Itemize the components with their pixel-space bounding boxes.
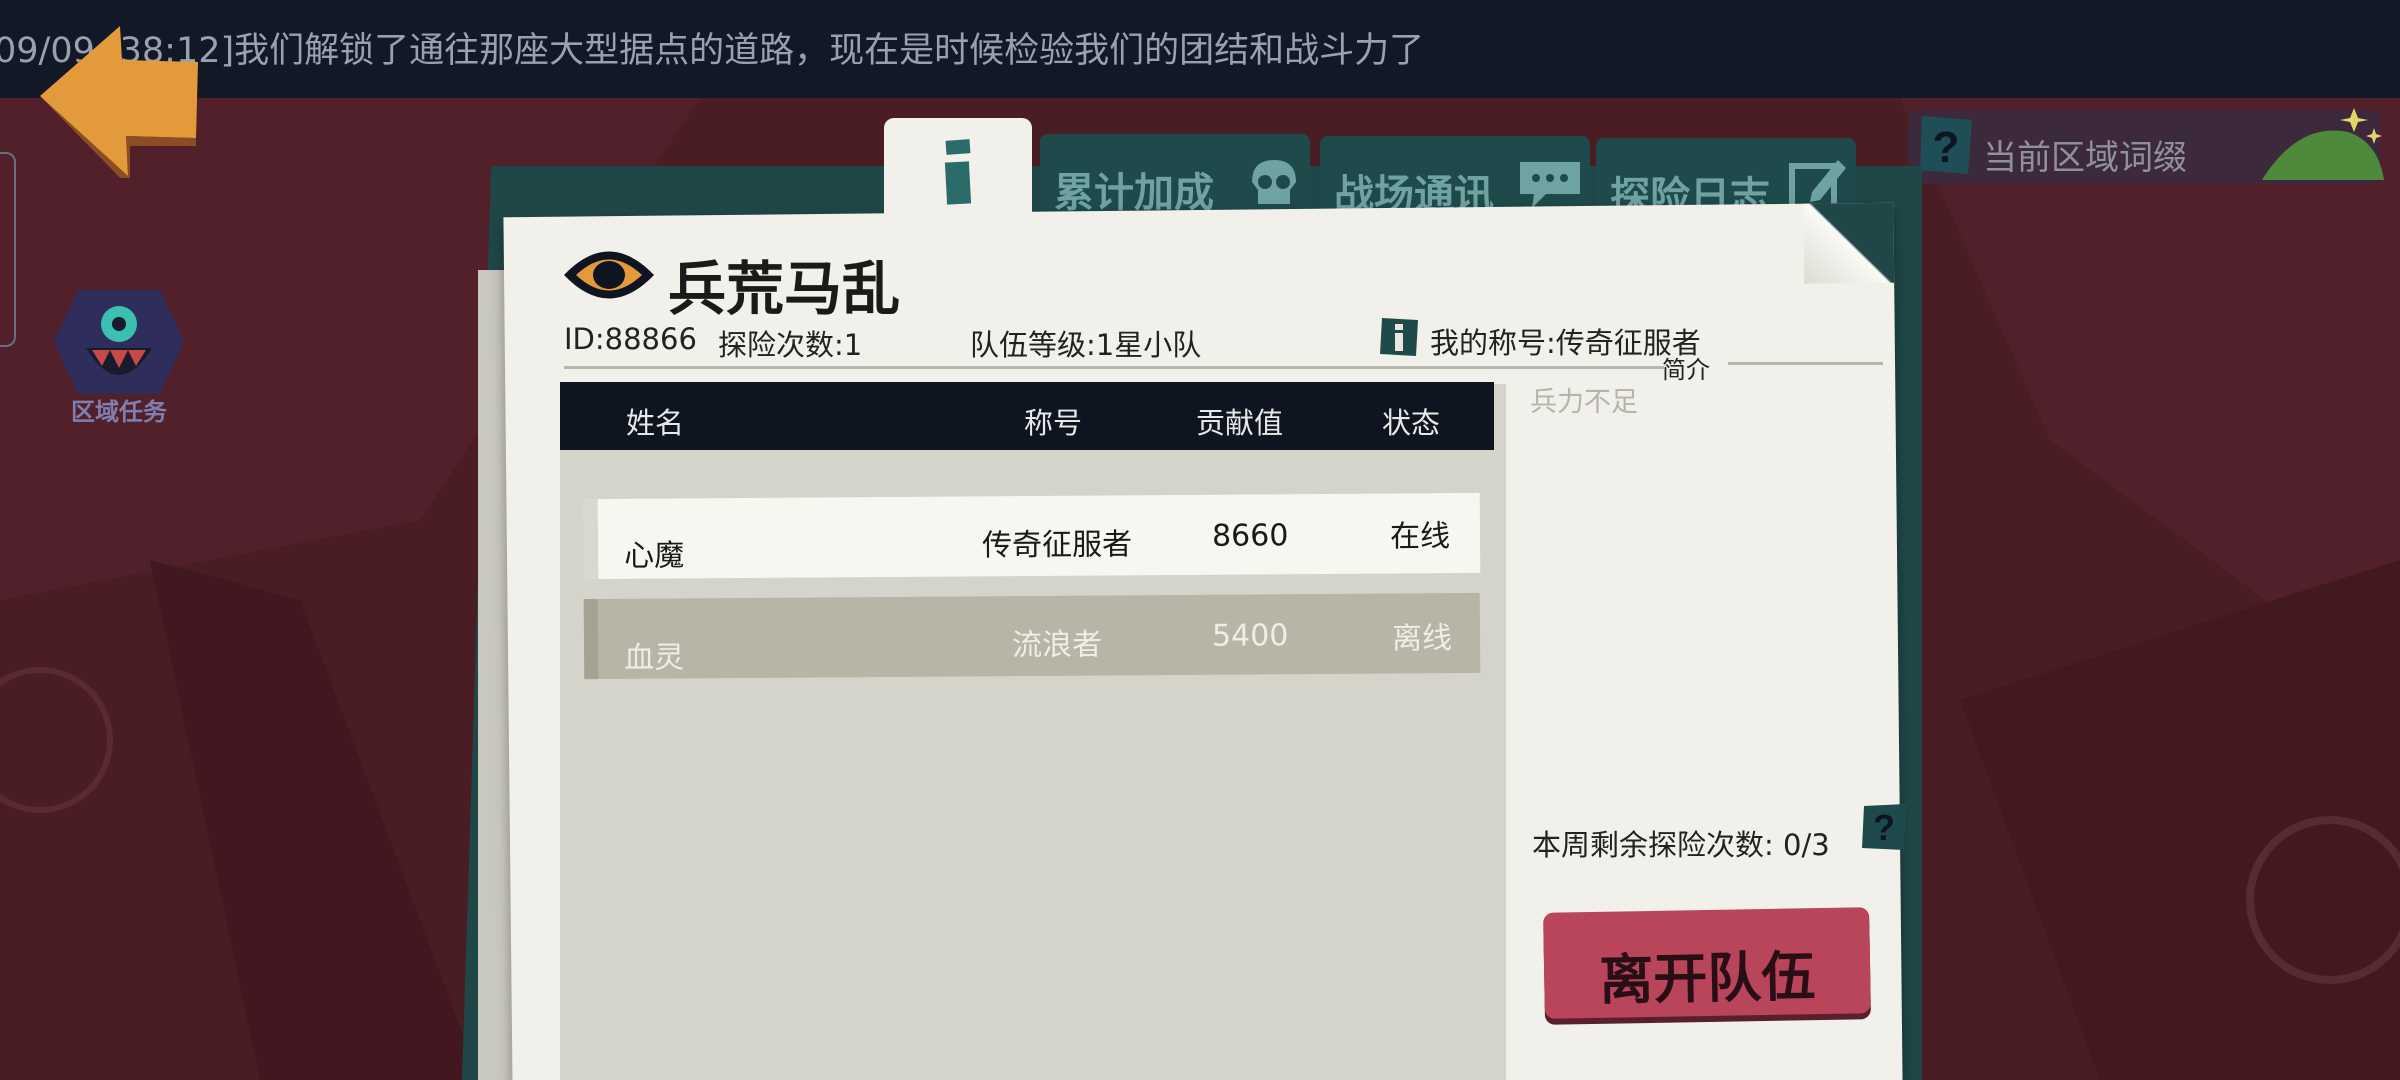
monster-icon (54, 290, 184, 394)
svg-text:?: ? (1873, 807, 1895, 848)
intro-text: 兵力不足 (1530, 387, 1638, 418)
intro-title: 简介 (1662, 356, 1710, 384)
leave-team-label: 离开队伍 (1598, 945, 1816, 1012)
back-arrow-icon (40, 26, 198, 188)
member-table-header: 姓名 称号 贡献值 状态 (560, 382, 1494, 450)
column-header-status: 状态 (1382, 406, 1441, 440)
region-task-label: 区域任务 (71, 398, 167, 426)
hill-sparkle-icon (2262, 108, 2384, 180)
tab-team-info[interactable] (884, 118, 1032, 226)
member-status: 在线 (1389, 519, 1451, 555)
team-level: 队伍等级:1星小队 (970, 328, 1202, 362)
info-icon (944, 139, 972, 205)
broadcast-message: 09/09 [38:12]我们解锁了通往那座大型据点的道路，现在是时候检验我们的… (0, 31, 1425, 71)
column-header-name: 姓名 (626, 406, 685, 440)
row-stripe (583, 499, 599, 580)
member-contribution: 8660 (1211, 518, 1289, 554)
intro-divider (1728, 362, 1883, 365)
table-row[interactable]: 心魔 传奇征服者 8660 在线 (583, 492, 1481, 580)
back-button[interactable] (30, 18, 205, 188)
region-affix-button[interactable]: ? 当前区域词缀 (1908, 108, 2384, 184)
leave-team-button[interactable]: 离开队伍 (1543, 907, 1871, 1019)
column-header-contribution: 贡献值 (1196, 406, 1284, 440)
member-title: 传奇征服者 (981, 527, 1133, 564)
svg-text:?: ? (1933, 123, 1960, 172)
chat-bubble-icon (1520, 162, 1580, 208)
member-status: 离线 (1391, 621, 1453, 657)
team-id: ID:88866 (564, 322, 697, 356)
explore-count: 探险次数:1 (718, 328, 863, 362)
skull-icon (1252, 160, 1296, 204)
member-title: 流浪者 (1011, 627, 1103, 664)
region-task-button[interactable]: 区域任务 (48, 282, 190, 426)
question-icon[interactable]: ? (1858, 800, 1910, 854)
broadcast-bar: 09/09 [38:12]我们解锁了通往那座大型据点的道路，现在是时候检验我们的… (0, 0, 2400, 98)
row-stripe (583, 599, 599, 680)
member-table (560, 384, 1506, 1080)
side-drawer-handle[interactable] (0, 152, 16, 347)
weekly-remaining-count: 本周剩余探险次数: 0/3 (1532, 828, 1830, 862)
table-row[interactable]: 血灵 流浪者 5400 离线 (583, 592, 1481, 680)
page-curl (1803, 202, 1895, 284)
region-affix-label: 当前区域词缀 (1983, 138, 2187, 178)
my-title: 我的称号:传奇征服者 (1430, 326, 1701, 360)
team-name: 兵荒马乱 (668, 255, 901, 323)
column-header-title: 称号 (1024, 406, 1083, 440)
info-badge-icon (1380, 318, 1418, 356)
eye-icon (564, 251, 654, 299)
question-icon: ? (1920, 116, 1972, 174)
member-contribution: 5400 (1211, 618, 1289, 654)
header-divider (564, 366, 1664, 369)
member-name: 血灵 (624, 640, 685, 676)
member-name: 心魔 (624, 538, 685, 574)
